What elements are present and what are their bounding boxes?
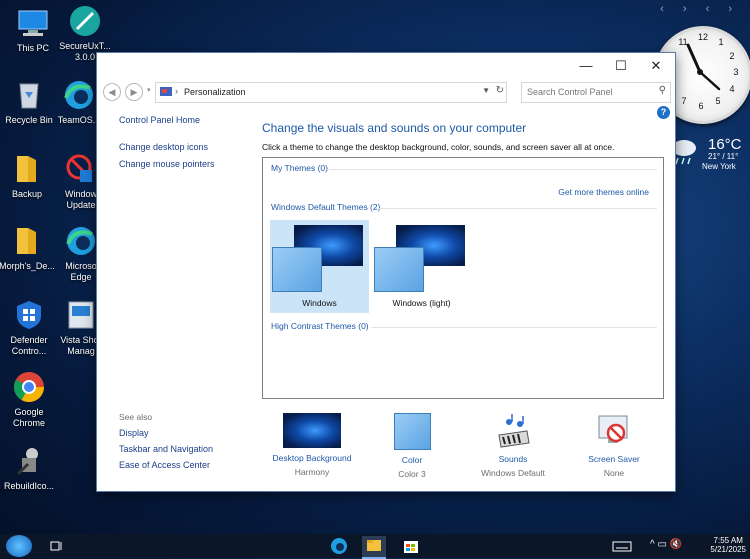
color-value: Color 3 <box>398 469 426 479</box>
system-tray-icons[interactable]: ^ ▭ 🔇 <box>650 539 690 557</box>
title-bar[interactable]: — ☐ ✕ <box>97 53 675 79</box>
weather-range: 21° / 11° <box>708 152 739 161</box>
taskbar-navigation-link[interactable]: Taskbar and Navigation <box>119 444 239 454</box>
screen-saver-button[interactable]: Screen Saver None <box>566 413 662 478</box>
forward-button[interactable]: ▶ <box>125 83 143 101</box>
theme-label: Windows (light) <box>392 298 451 308</box>
desktop-icon-rebuild[interactable]: RebuildIco... <box>0 444 62 492</box>
personalization-window: — ☐ ✕ ◀ ▶ ▾ › Personalization ▼ ↻ Search… <box>96 52 676 492</box>
sounds-icon <box>493 413 533 449</box>
desktop-background-button[interactable]: Desktop Background Harmony <box>264 413 360 477</box>
store-taskbar-icon[interactable] <box>402 537 420 555</box>
search-icon: ⚲ <box>658 85 666 96</box>
tool-icon <box>68 4 102 38</box>
desktop-icon-chrome[interactable]: Google Chrome <box>0 370 62 429</box>
recent-pages-chevron-icon[interactable]: ▾ <box>147 86 151 94</box>
refresh-icon[interactable]: ↻ <box>496 85 504 96</box>
ease-of-access-link[interactable]: Ease of Access Center <box>119 460 239 470</box>
folder-icon <box>10 224 44 258</box>
group-default-themes[interactable]: Windows Default Themes (2) <box>271 202 380 212</box>
group-divider <box>375 208 657 209</box>
edge-taskbar-icon[interactable] <box>330 537 348 555</box>
minimize-button[interactable]: — <box>569 53 603 79</box>
control-panel-icon <box>160 87 172 96</box>
change-mouse-pointers-link[interactable]: Change mouse pointers <box>119 159 239 169</box>
chevron-down-icon[interactable]: ▼ <box>482 86 490 95</box>
taskbar: ^ ▭ 🔇 7:55 AM 5/21/2025 <box>0 534 750 559</box>
desktop-background-icon <box>283 413 341 448</box>
theme-windows[interactable]: Windows <box>270 220 369 313</box>
desktop-icon-label: RebuildIco... <box>3 481 55 491</box>
computer-icon <box>16 6 50 40</box>
address-bar: ◀ ▶ ▾ › Personalization ▼ ↻ Search Contr… <box>97 81 675 103</box>
theme-color-pane <box>272 247 322 292</box>
get-more-themes-link[interactable]: Get more themes online <box>558 187 649 197</box>
search-box[interactable]: Search Control Panel ⚲ <box>521 82 671 103</box>
weather-city: New York <box>702 162 736 171</box>
color-icon <box>393 413 431 450</box>
screen-saver-icon <box>596 413 632 449</box>
see-also-heading: See also <box>119 412 153 422</box>
start-button[interactable] <box>6 535 32 557</box>
address-box[interactable]: › Personalization ▼ ↻ <box>155 82 507 103</box>
chrome-icon <box>12 370 46 404</box>
group-divider <box>329 169 657 170</box>
search-input[interactable]: Search Control Panel <box>527 87 613 97</box>
page-title: Change the visuals and sounds on your co… <box>262 121 527 135</box>
page-description: Click a theme to change the desktop back… <box>262 142 615 152</box>
desktop-background-value: Harmony <box>294 467 330 477</box>
change-desktop-icons-link[interactable]: Change desktop icons <box>119 142 239 152</box>
theme-label: Windows <box>302 298 337 308</box>
sounds-title: Sounds <box>498 454 528 464</box>
task-view-icon[interactable] <box>50 537 64 555</box>
weather-temperature: 16°C <box>708 136 742 153</box>
sounds-value: Windows Default <box>481 468 545 478</box>
maximize-button[interactable]: ☐ <box>604 53 638 79</box>
close-button[interactable]: ✕ <box>639 53 673 79</box>
theme-windows-light[interactable]: Windows (light) <box>372 220 471 313</box>
color-button[interactable]: Color Color 3 <box>364 413 460 479</box>
display-link[interactable]: Display <box>119 428 239 438</box>
desktop-background-title: Desktop Background <box>272 453 352 463</box>
group-high-contrast[interactable]: High Contrast Themes (0) <box>271 321 369 331</box>
vista-icon <box>64 298 98 332</box>
theme-color-pane <box>374 247 424 292</box>
screen-saver-title: Screen Saver <box>588 454 640 464</box>
theme-list[interactable]: My Themes (0) Get more themes online Win… <box>262 157 664 399</box>
no-update-icon <box>64 152 98 186</box>
desktop-icon-label: Google Chrome <box>12 407 45 428</box>
clock-time: 7:55 AM <box>713 536 743 545</box>
system-clock[interactable]: 7:55 AM 5/21/2025 <box>710 536 746 554</box>
see-also-section: See also Display Taskbar and Navigation … <box>119 412 239 476</box>
group-my-themes[interactable]: My Themes (0) <box>271 163 328 173</box>
keyboard-icon[interactable] <box>612 537 632 555</box>
sounds-button[interactable]: Sounds Windows Default <box>465 413 561 478</box>
edge-icon <box>64 224 98 258</box>
edge-icon <box>62 78 96 112</box>
left-pane: Control Panel Home Change desktop icons … <box>119 115 239 169</box>
file-explorer-taskbar-icon[interactable] <box>362 536 386 559</box>
clock-date: 5/21/2025 <box>710 545 746 554</box>
defender-icon <box>12 298 46 332</box>
rebuild-icon <box>12 444 46 478</box>
color-title: Color <box>401 455 423 465</box>
folder-icon <box>10 152 44 186</box>
back-button[interactable]: ◀ <box>103 83 121 101</box>
control-panel-home-link[interactable]: Control Panel Home <box>119 115 239 125</box>
desktop-nav-arrows[interactable]: ‹ › ‹ › <box>660 3 740 15</box>
breadcrumb-personalization[interactable]: Personalization <box>184 87 246 97</box>
screen-saver-value: None <box>603 468 625 478</box>
group-divider <box>371 327 657 328</box>
breadcrumb-separator: › <box>175 86 178 96</box>
recycle-bin-icon <box>12 78 46 112</box>
help-button[interactable]: ? <box>657 106 670 119</box>
